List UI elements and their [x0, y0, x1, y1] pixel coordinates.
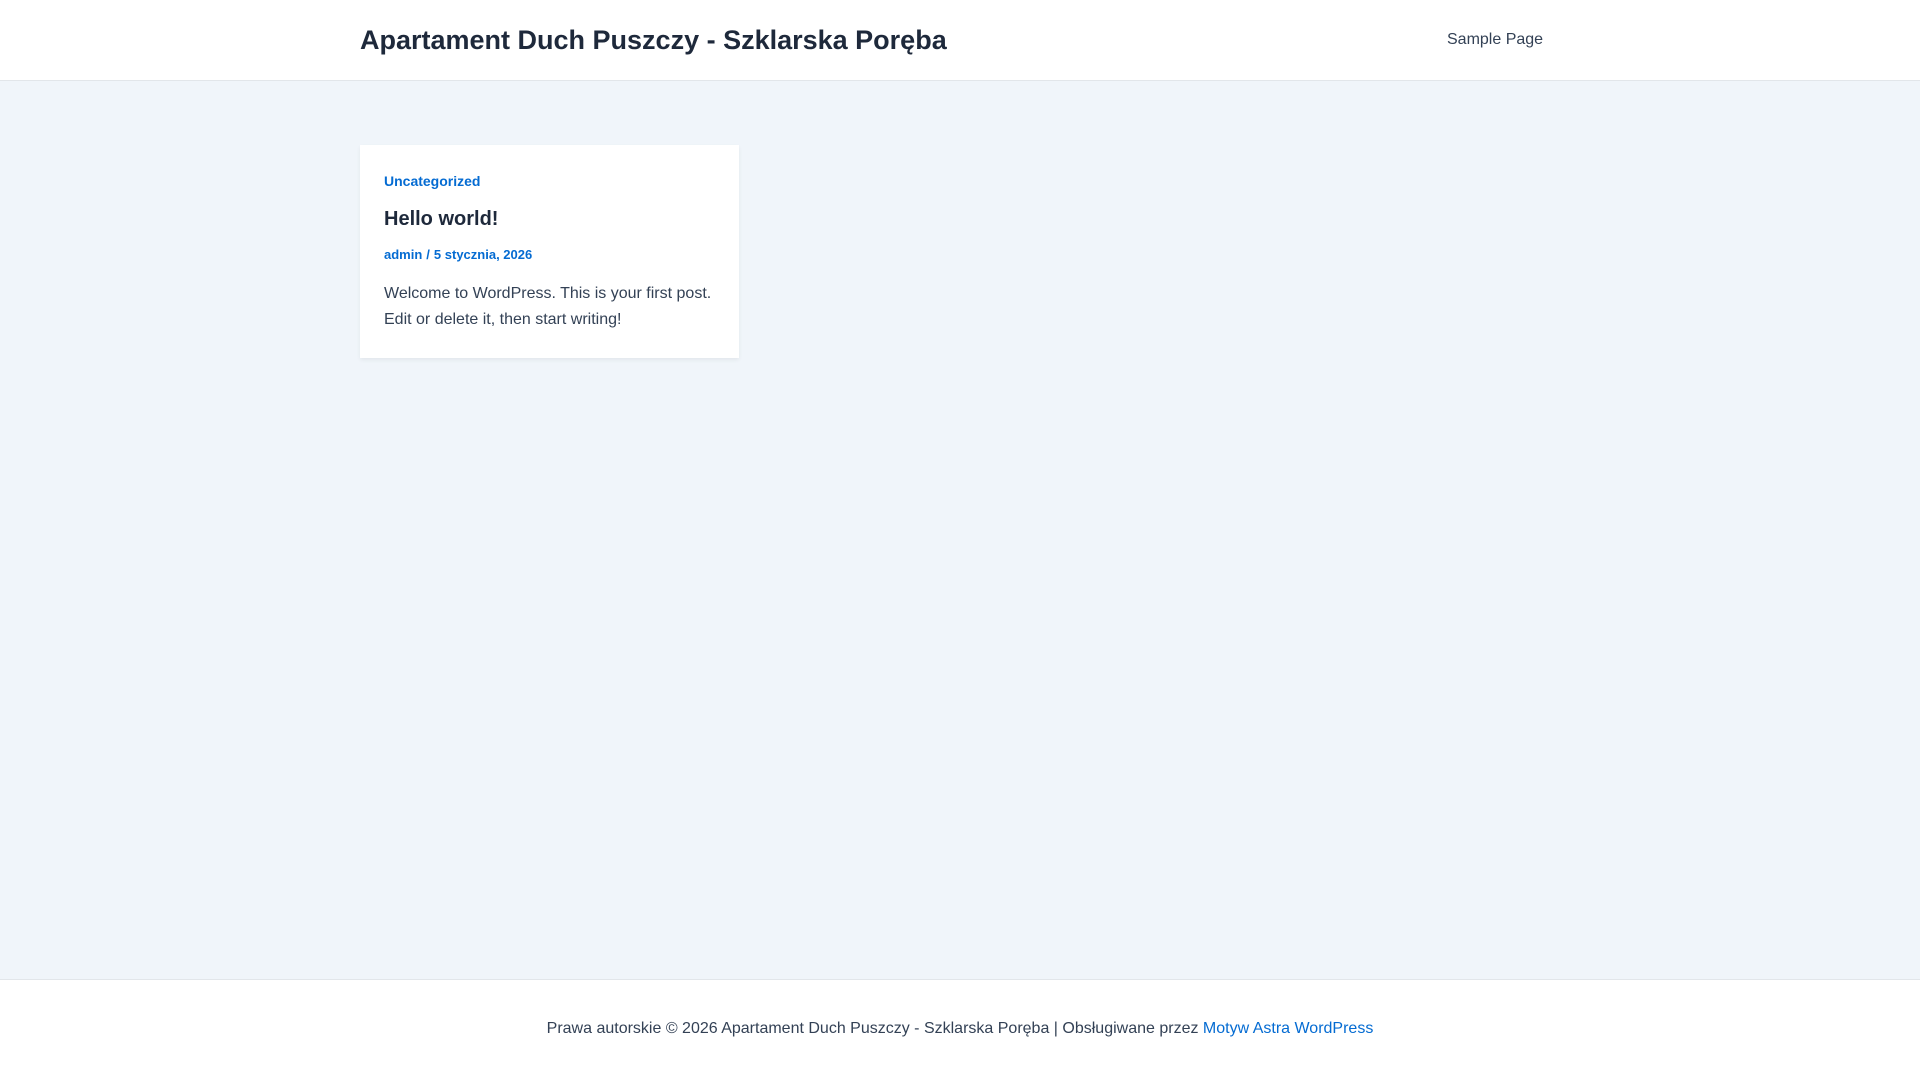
post-author-link[interactable]: admin — [384, 247, 422, 262]
theme-credit-link[interactable]: Motyw Astra WordPress — [1203, 1020, 1373, 1037]
site-title-link[interactable]: Apartament Duch Puszczy - Szklarska Porę… — [360, 0, 947, 80]
nav-item-sample-page[interactable]: Sample Page — [1447, 0, 1543, 80]
meta-separator: / — [426, 247, 430, 262]
site-header: Apartament Duch Puszczy - Szklarska Porę… — [0, 0, 1920, 81]
post-date-link[interactable]: 5 stycznia, 2026 — [434, 247, 532, 262]
post-meta: admin / 5 stycznia, 2026 — [384, 247, 532, 262]
site-footer: Prawa autorskie © 2026 Apartament Duch P… — [0, 979, 1920, 1080]
footer-copyright: Prawa autorskie © 2026 Apartament Duch P… — [0, 1020, 1920, 1038]
post-title-link[interactable]: Hello world! — [384, 208, 498, 231]
post-excerpt: Welcome to WordPress. This is your first… — [384, 285, 712, 328]
copyright-text: Prawa autorskie © 2026 Apartament Duch P… — [546, 1020, 1203, 1037]
post-card: Uncategorized Hello world! admin / 5 stycz… — [360, 145, 739, 358]
post-category-link[interactable]: Uncategorized — [384, 173, 480, 189]
